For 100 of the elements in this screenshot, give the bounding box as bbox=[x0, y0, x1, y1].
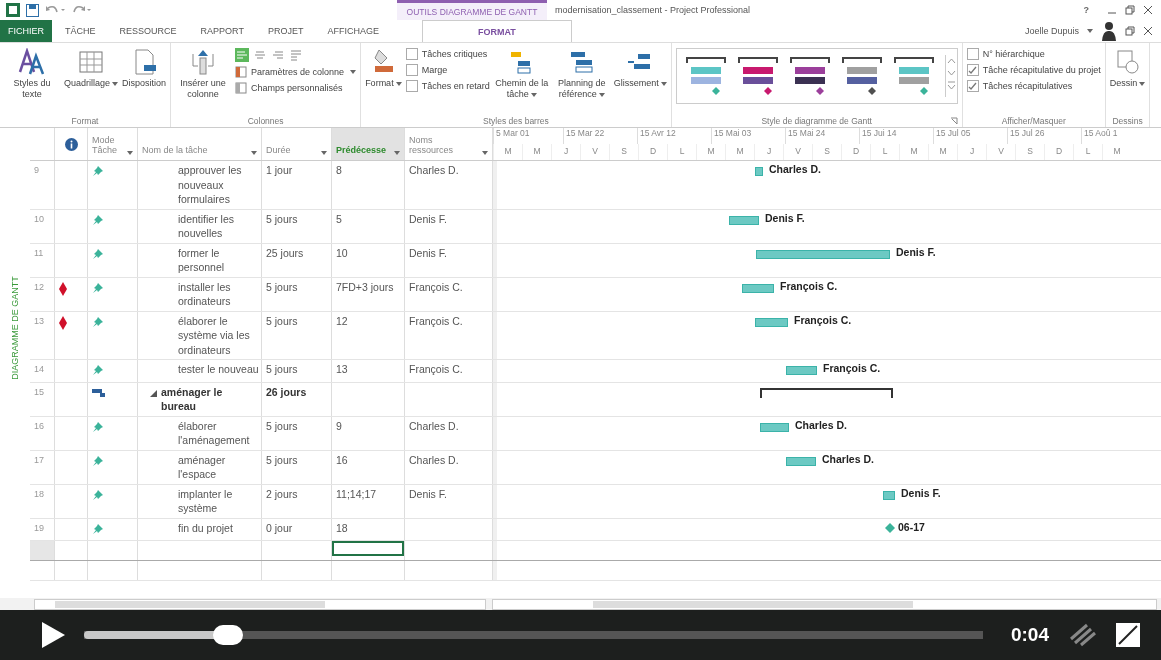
task-bar[interactable] bbox=[883, 490, 895, 500]
close-icon[interactable] bbox=[1143, 5, 1153, 15]
ribbon-button[interactable]: Glissement bbox=[613, 46, 667, 89]
collapse-triangle-icon[interactable] bbox=[150, 389, 157, 397]
play-icon[interactable] bbox=[40, 621, 66, 649]
dropdown-arrow-icon[interactable] bbox=[394, 151, 400, 155]
task-name: tester le nouveau bbox=[178, 362, 260, 377]
active-cell[interactable] bbox=[332, 541, 404, 556]
ribbon-button[interactable]: Planning de référence bbox=[553, 46, 610, 100]
ribbon-button[interactable]: Champs personnalisés bbox=[235, 82, 357, 94]
checkbox[interactable] bbox=[405, 48, 418, 60]
ribbon-button[interactable]: Quadrillage bbox=[64, 46, 119, 89]
checkbox-label[interactable]: Tâche récapitulative du projet bbox=[982, 65, 1101, 75]
ribbon-tab[interactable]: RAPPORT bbox=[189, 20, 255, 42]
ribbon-button[interactable]: Styles du texte bbox=[4, 46, 60, 100]
volume-icon[interactable] bbox=[1067, 621, 1097, 649]
ribbon-button[interactable]: Chemin de la tâche bbox=[493, 46, 550, 100]
column-header[interactable]: Mode Tâche bbox=[88, 128, 138, 160]
checkbox-label[interactable]: Marge bbox=[421, 65, 448, 75]
ribbon-button[interactable]: Disposition bbox=[122, 46, 167, 89]
checkbox[interactable] bbox=[966, 80, 979, 92]
font-icon bbox=[18, 48, 46, 76]
bar-style-swatch[interactable] bbox=[840, 55, 883, 97]
duration-cell: 25 jours bbox=[266, 246, 304, 259]
caret-icon[interactable] bbox=[1087, 29, 1093, 33]
dialog-launcher-icon[interactable] bbox=[949, 117, 958, 125]
pin-icon bbox=[92, 315, 104, 328]
close-icon[interactable] bbox=[1143, 26, 1153, 36]
view-label[interactable]: DIAGRAMME DE GANTT bbox=[10, 276, 20, 380]
row-number: 13 bbox=[34, 315, 44, 326]
ribbon-tab[interactable]: FORMAT bbox=[421, 20, 572, 42]
dropdown-arrow-icon[interactable] bbox=[127, 151, 133, 155]
ribbon-tab[interactable]: AFFICHAGE bbox=[316, 20, 390, 42]
task-name: aménager l'espace bbox=[178, 452, 227, 482]
checkbox[interactable] bbox=[966, 48, 979, 60]
task-bar[interactable] bbox=[742, 283, 774, 293]
timescale-label: 15 Aoû 1 bbox=[1081, 128, 1155, 144]
bar-style-swatch[interactable] bbox=[684, 55, 727, 97]
bar-label: Denis F. bbox=[901, 486, 941, 499]
task-bar[interactable] bbox=[760, 422, 789, 432]
align-left-icon[interactable] bbox=[235, 48, 250, 62]
checkbox-label[interactable]: Tâches récapitulatives bbox=[982, 81, 1073, 91]
resource-cell: Charles D. bbox=[409, 164, 459, 176]
task-bar[interactable] bbox=[756, 249, 890, 259]
more-icon[interactable] bbox=[946, 79, 956, 91]
bar-style-swatch[interactable] bbox=[788, 55, 831, 97]
duration-cell: 1 jour bbox=[266, 164, 293, 176]
restore-icon[interactable] bbox=[1125, 26, 1135, 36]
save-icon[interactable] bbox=[26, 3, 39, 17]
dropdown-arrow-icon[interactable] bbox=[321, 151, 327, 155]
dropdown-arrow-icon[interactable] bbox=[482, 151, 488, 155]
column-header[interactable]: Nom de la tâche bbox=[138, 128, 262, 160]
progress-thumb[interactable] bbox=[212, 625, 243, 645]
info-icon bbox=[64, 137, 78, 151]
ribbon-button[interactable]: Insérer une colonne bbox=[175, 46, 232, 100]
bar-style-swatch[interactable] bbox=[736, 55, 779, 97]
ribbon-tab[interactable]: TÂCHE bbox=[54, 20, 107, 42]
predecessors-cell: 11;14;17 bbox=[336, 487, 377, 500]
milestone-diamond[interactable] bbox=[885, 522, 895, 533]
checkbox[interactable] bbox=[966, 64, 979, 76]
task-bar[interactable] bbox=[786, 456, 816, 466]
ribbon-button[interactable]: Paramètres de colonne bbox=[235, 66, 357, 78]
timescale-day: M bbox=[522, 144, 551, 160]
restore-icon[interactable] bbox=[1125, 5, 1135, 15]
row-number: 11 bbox=[34, 247, 44, 258]
horizontal-scrollbar[interactable] bbox=[492, 599, 1157, 610]
dropdown-arrow-icon[interactable] bbox=[251, 151, 257, 155]
file-tab[interactable]: FICHIER bbox=[0, 20, 52, 42]
checkbox-label[interactable]: Tâches critiques bbox=[421, 49, 488, 59]
bar-style-swatch[interactable] bbox=[892, 55, 935, 97]
user-avatar-icon[interactable] bbox=[1101, 21, 1117, 41]
pin-icon bbox=[92, 247, 104, 260]
bar-label: Charles D. bbox=[769, 163, 821, 175]
summary-task-icon bbox=[92, 387, 106, 398]
checkbox[interactable] bbox=[405, 80, 418, 92]
help-button[interactable]: ? bbox=[1083, 5, 1089, 15]
style-gallery[interactable] bbox=[675, 48, 958, 104]
summary-bar[interactable] bbox=[760, 387, 893, 398]
timescale-day: M bbox=[928, 144, 957, 160]
checkbox[interactable] bbox=[405, 64, 418, 76]
user-name[interactable]: Joelle Dupuis bbox=[1024, 26, 1079, 36]
column-header[interactable]: Noms ressources bbox=[405, 128, 493, 160]
bar-label: Denis F. bbox=[896, 245, 936, 258]
timescale-label: 15 Mar 22 bbox=[563, 128, 637, 144]
timescale-day: L bbox=[1073, 144, 1102, 160]
ribbon-tab[interactable]: PROJET bbox=[256, 20, 315, 42]
contextual-tab-label: OUTILS DIAGRAMME DE GANTT bbox=[397, 0, 547, 20]
row-number: 15 bbox=[34, 386, 44, 397]
timescale-day: D bbox=[1044, 144, 1073, 160]
resource-cell: Denis F. bbox=[409, 487, 447, 500]
ribbon-tab[interactable]: RESSOURCE bbox=[108, 20, 188, 42]
horizontal-scrollbar[interactable] bbox=[34, 599, 486, 610]
checkbox-label[interactable]: Tâches en retard bbox=[421, 81, 490, 91]
ribbon-button[interactable]: Dessin bbox=[1109, 46, 1146, 89]
task-bar[interactable] bbox=[755, 317, 788, 327]
checkbox-label[interactable]: N° hiérarchique bbox=[982, 49, 1045, 59]
task-bar[interactable] bbox=[729, 215, 759, 225]
fullscreen-icon[interactable] bbox=[1115, 622, 1141, 648]
ribbon-button[interactable]: Format bbox=[365, 46, 402, 89]
resource-cell: François C. bbox=[409, 314, 463, 327]
